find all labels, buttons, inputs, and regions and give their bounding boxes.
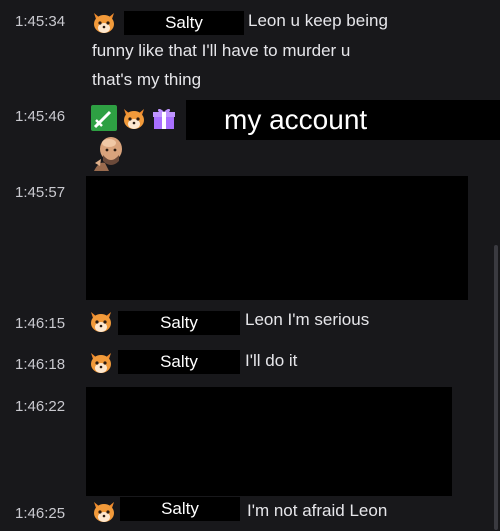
timestamp: 1:45:46 [15,108,66,125]
timestamp: 1:45:57 [15,184,66,201]
fox-emote-icon [94,502,114,522]
chat-panel: 1:45:34 Salty Leon u keep being funny li… [0,0,500,531]
username[interactable]: Salty [118,311,240,335]
redacted-content [86,176,468,300]
timestamp: 1:46:18 [15,356,66,373]
fox-emote-icon [91,312,111,332]
sword-badge-icon[interactable] [91,105,117,131]
fox-emote-icon [124,109,144,129]
message-text: that's my thing [92,70,202,89]
fox-emote-icon [94,13,114,33]
timestamp: 1:46:15 [15,315,66,332]
timestamp: 1:46:25 [15,505,66,522]
username[interactable]: Salty [124,11,244,35]
chat-scrollbar[interactable] [494,245,498,530]
timestamp: 1:45:34 [15,13,66,30]
message-text: I'll do it [245,351,298,370]
fox-emote-icon [91,353,111,373]
timestamp: 1:46:22 [15,398,66,415]
message-text: I'm not afraid Leon [247,501,388,520]
message-text: Leon I'm serious [245,310,370,329]
message-text: funny like that I'll have to murder u [92,41,351,60]
message-text: Leon u keep being [248,11,388,30]
redacted-content [86,387,452,496]
gift-badge-icon[interactable] [151,105,177,131]
username[interactable]: Salty [118,350,240,374]
bald-man-avatar-icon [94,137,122,171]
username[interactable]: my account [186,100,500,140]
username[interactable]: Salty [120,497,240,521]
